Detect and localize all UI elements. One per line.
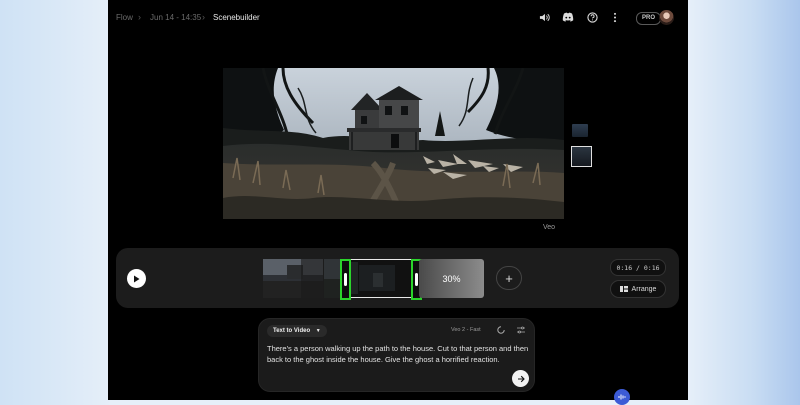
prompt-box: Text to Video ▼ Veo 2 - Fast There's a p… [258, 318, 535, 392]
help-icon[interactable] [585, 10, 599, 24]
scene-thumbnail[interactable] [572, 124, 588, 137]
chevron-down-icon: ▼ [315, 328, 321, 334]
generating-clip-progress: 30% [419, 259, 484, 298]
more-vert-icon[interactable] [608, 10, 622, 24]
selection-frame [345, 259, 412, 298]
play-icon [134, 275, 140, 282]
timeline-panel: 30% + 0:16 / 0:16 Arrange [116, 248, 679, 308]
time-display: 0:16 / 0:16 [610, 259, 666, 276]
volume-icon[interactable] [537, 10, 551, 24]
app-window: Flow › Jun 14 - 14:35 › Scenebuilder PRO [108, 0, 688, 400]
model-label[interactable]: Veo 2 - Fast [451, 327, 481, 333]
breadcrumb-separator: › [202, 12, 205, 22]
loading-icon[interactable] [496, 325, 506, 335]
arrange-button[interactable]: Arrange [610, 280, 666, 298]
pro-badge: PRO [636, 12, 662, 25]
breadcrumb-project[interactable]: Jun 14 - 14:35 [150, 13, 201, 22]
top-bar: Flow › Jun 14 - 14:35 › Scenebuilder PRO [108, 0, 688, 36]
add-clip-button[interactable]: + [496, 266, 522, 290]
timeline-clip[interactable] [263, 259, 323, 298]
prompt-input[interactable]: There's a person walking up the path to … [267, 343, 532, 365]
arrow-right-icon [517, 375, 525, 382]
scene-thumbnail-selected[interactable] [571, 146, 592, 167]
video-preview[interactable] [223, 68, 564, 219]
grip-icon [344, 273, 347, 286]
mode-selector[interactable]: Text to Video ▼ [267, 325, 327, 337]
discord-icon[interactable] [561, 10, 575, 24]
arrange-icon [619, 286, 628, 292]
settings-sliders-icon[interactable] [516, 325, 526, 335]
send-button[interactable] [512, 370, 529, 387]
breadcrumb-app[interactable]: Flow [116, 13, 133, 22]
breadcrumb-current: Scenebuilder [213, 13, 260, 22]
breadcrumb-separator: › [138, 12, 141, 22]
clip-thumbnail [263, 259, 323, 298]
haunted-house-frame [223, 68, 564, 219]
mode-label: Text to Video [273, 328, 311, 334]
trim-handle-left[interactable] [340, 259, 351, 300]
assistant-button[interactable] [614, 389, 630, 405]
grip-icon [415, 273, 418, 286]
model-watermark: Veo [543, 224, 556, 231]
avatar[interactable] [659, 10, 674, 25]
arrange-label: Arrange [631, 285, 657, 293]
play-button[interactable] [127, 269, 146, 288]
